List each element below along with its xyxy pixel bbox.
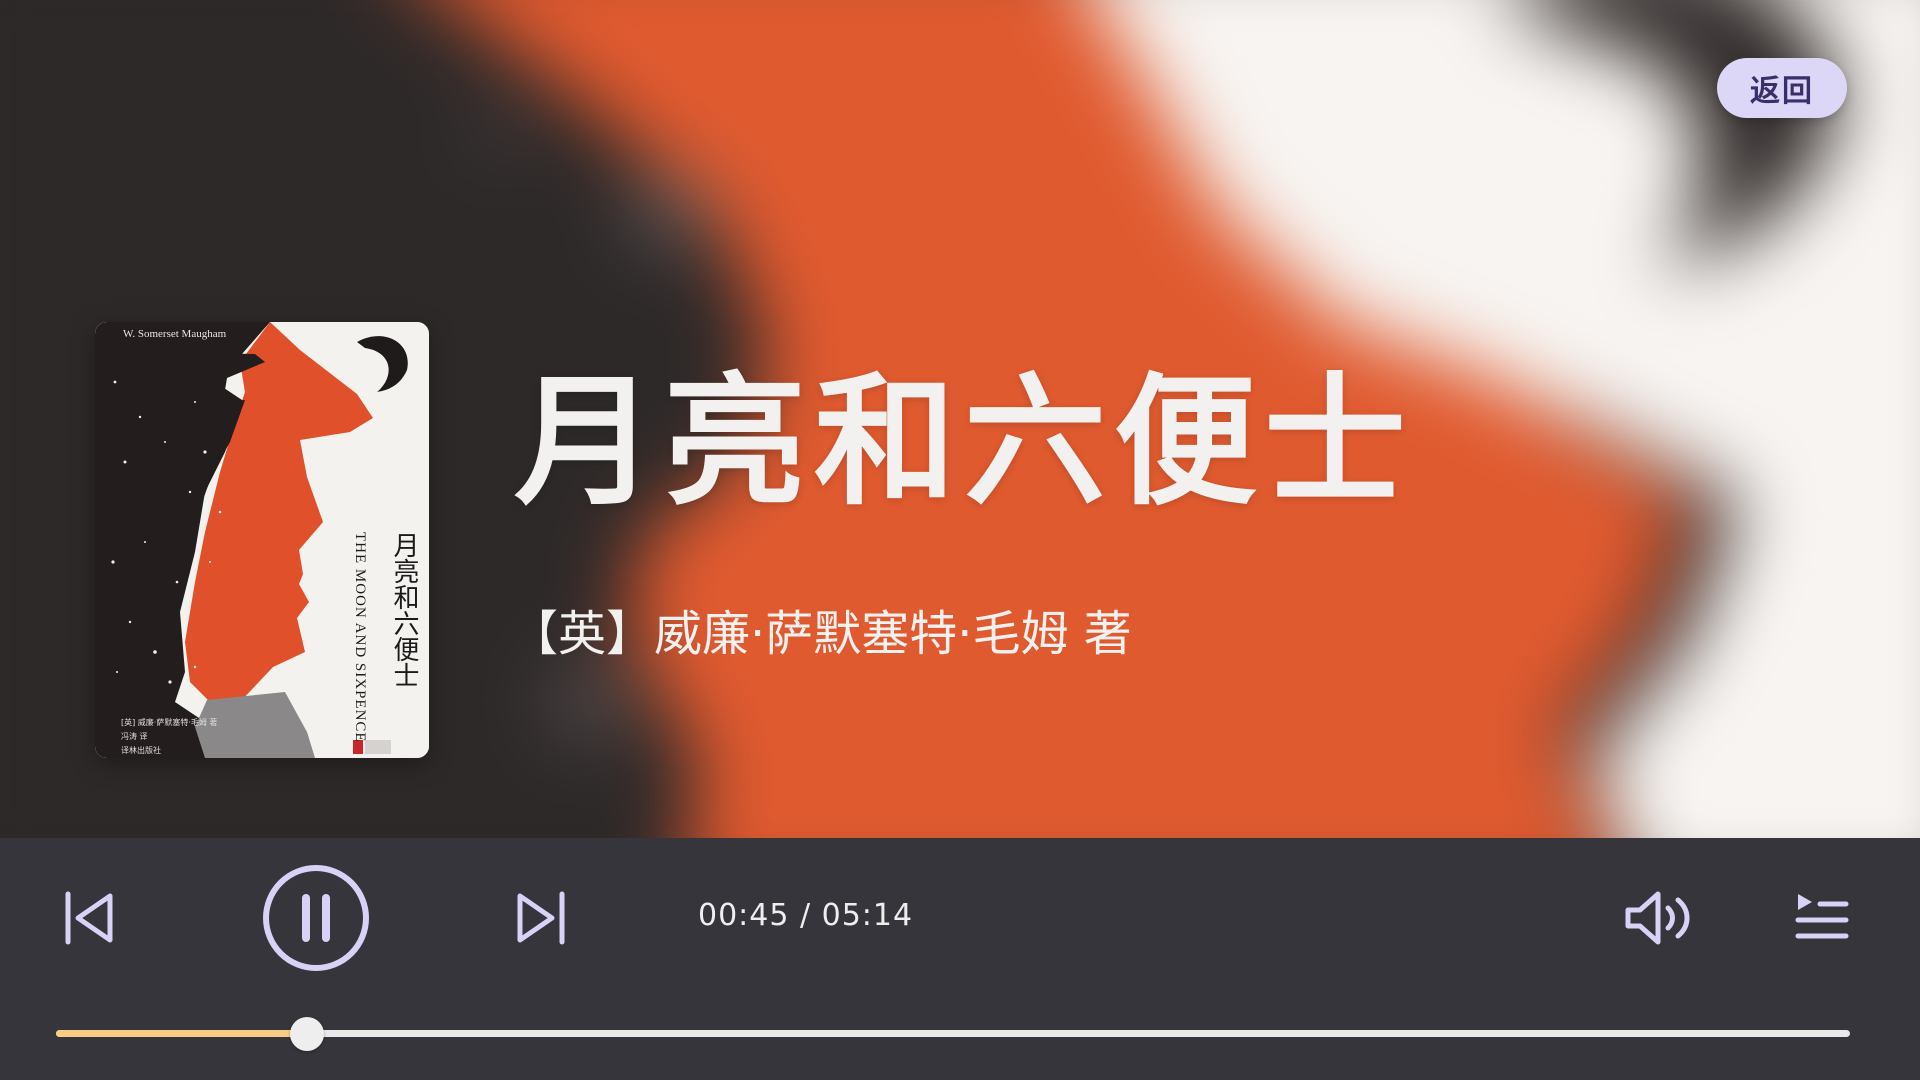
cover-title-en: THE MOON AND SIXPENCE <box>352 532 368 743</box>
book-title: 月亮和六便士 <box>514 360 1414 525</box>
progress-bar[interactable] <box>56 1016 1850 1051</box>
cover-author-cn: [英] 威廉·萨默塞特·毛姆 著 <box>121 718 218 727</box>
cover-publisher: 译林出版社 <box>121 746 161 755</box>
player-control-bar: 00:45 / 05:14 <box>0 838 1920 1080</box>
skip-previous-icon <box>65 891 113 945</box>
pause-button[interactable] <box>262 864 370 972</box>
playlist-icon <box>1795 894 1849 939</box>
back-button-label: 返回 <box>1750 74 1814 109</box>
volume-button[interactable] <box>1620 886 1700 950</box>
progress-thumb[interactable] <box>290 1016 325 1051</box>
player-screen: 返回 W. Somerset Maugham 月亮和六便士 THE MOON A… <box>0 0 1920 1080</box>
previous-track-button[interactable] <box>56 886 120 950</box>
book-author: 【英】威廉·萨默塞特·毛姆 著 <box>510 606 1132 662</box>
progress-fill <box>56 1030 308 1037</box>
cover-translator: 冯涛 译 <box>121 732 148 741</box>
book-cover: W. Somerset Maugham 月亮和六便士 THE MOON AND … <box>95 322 429 758</box>
playlist-button[interactable] <box>1790 886 1854 950</box>
cover-title-cn: 月亮和六便士 <box>389 532 419 688</box>
cover-author-en: W. Somerset Maugham <box>123 328 227 340</box>
volume-icon <box>1625 891 1690 945</box>
skip-next-icon <box>517 891 565 945</box>
next-track-button[interactable] <box>510 886 574 950</box>
back-button[interactable]: 返回 <box>1717 58 1847 118</box>
pause-icon <box>263 865 369 971</box>
time-readout: 00:45 / 05:14 <box>698 898 914 933</box>
